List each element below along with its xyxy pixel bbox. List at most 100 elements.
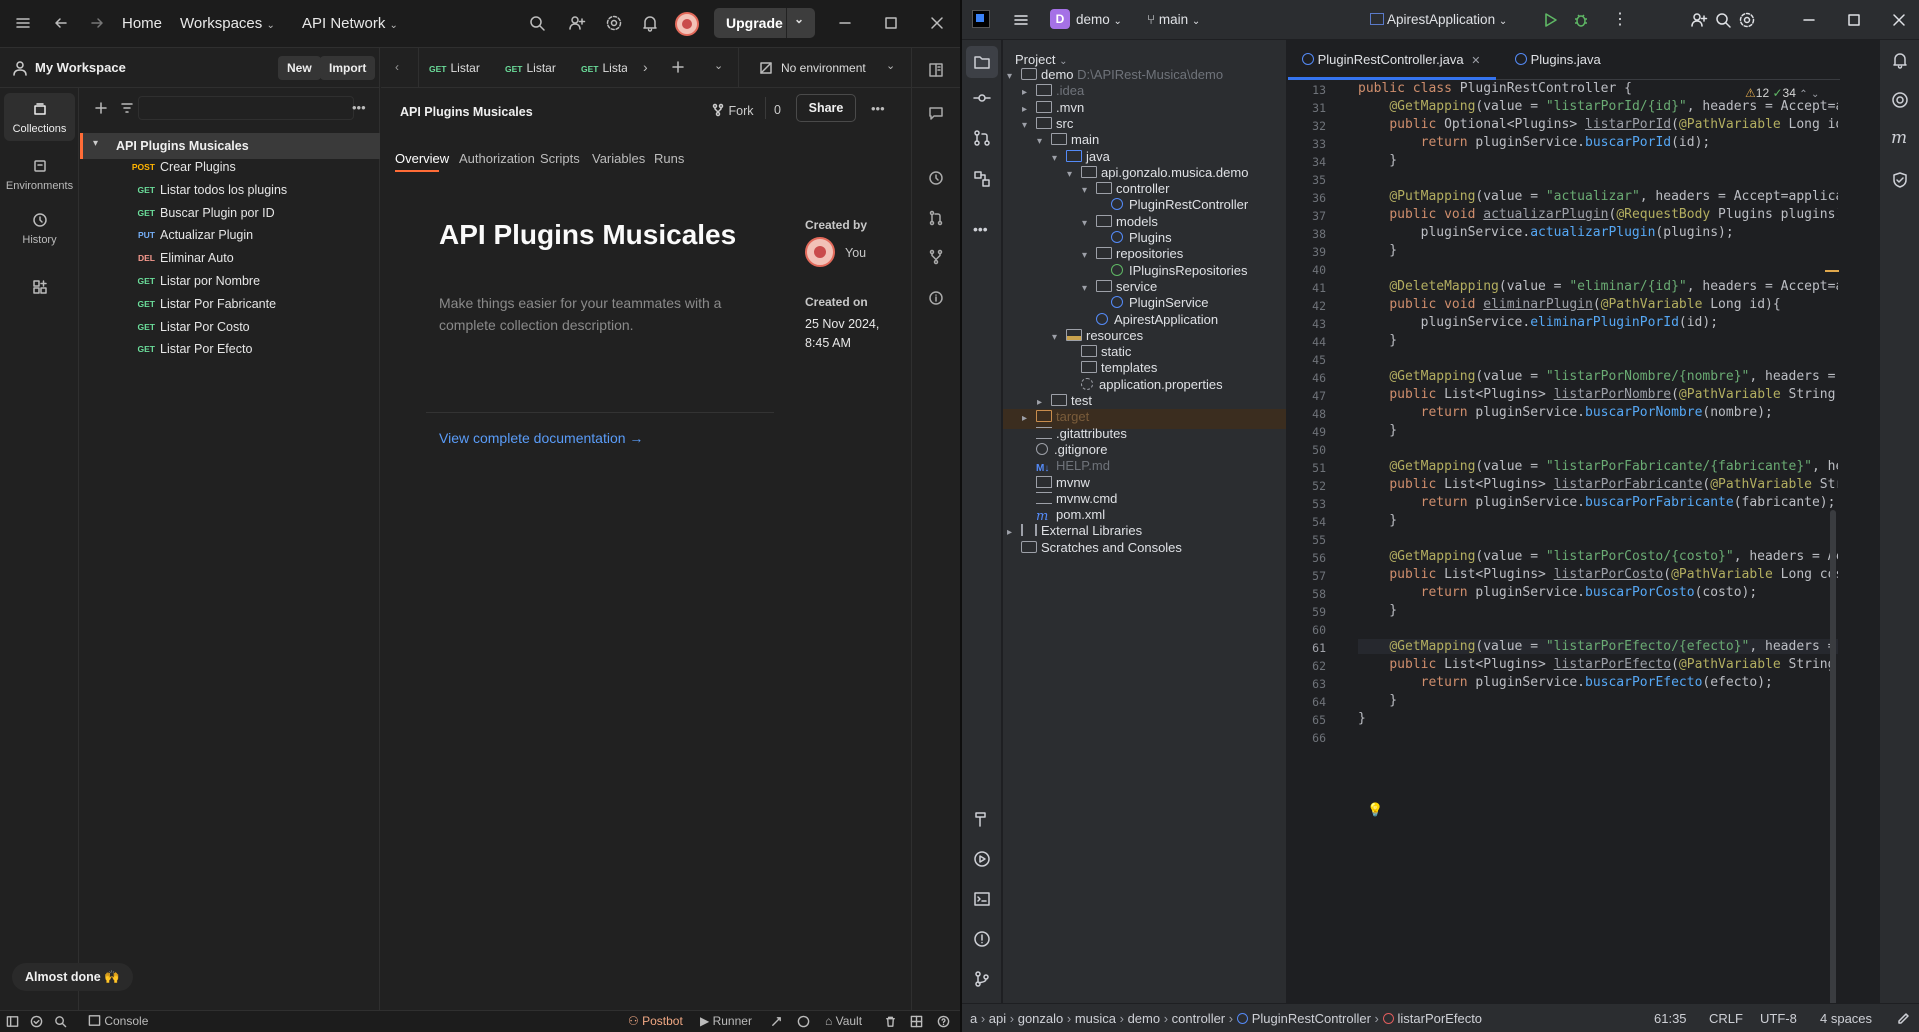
code-line[interactable]: @GetMapping(value = "listarPorEfecto/{ef… (1358, 639, 1838, 654)
file-encoding[interactable]: UTF-8 (1760, 1011, 1797, 1026)
pull-requests-icon[interactable] (973, 129, 991, 147)
console-button[interactable]: Console (88, 1014, 148, 1028)
code-line[interactable]: @GetMapping(value = "listarPorFabricante… (1358, 459, 1838, 474)
request-item[interactable]: POST Crear Plugins (128, 160, 368, 180)
code-line[interactable]: } (1358, 423, 1397, 438)
search-collections-input[interactable] (138, 96, 354, 120)
tab-variables[interactable]: Variables (592, 151, 645, 166)
code-line[interactable]: @GetMapping(value = "listarPorCosto/{cos… (1358, 549, 1838, 564)
chevron-down-icon[interactable]: ⌄ (886, 59, 895, 72)
chevron-left-icon[interactable]: ‹ (395, 60, 399, 74)
import-button[interactable]: Import (320, 56, 376, 80)
code-line[interactable]: public Optional<Plugins> listarPorId(@Pa… (1358, 117, 1838, 132)
avatar[interactable] (675, 12, 699, 36)
project-selector[interactable]: demo ⌄ (1076, 12, 1122, 27)
chevron-down-icon[interactable]: ▾ (1037, 136, 1051, 147)
debug-icon[interactable] (1572, 11, 1590, 29)
maximize-icon[interactable] (1845, 11, 1863, 29)
more-options-icon[interactable]: ••• (352, 100, 366, 115)
tab-scripts[interactable]: Scripts (540, 151, 580, 166)
code-line[interactable]: } (1358, 693, 1397, 708)
request-item[interactable]: GET Buscar Plugin por ID (128, 206, 368, 226)
project-tree-node[interactable]: Scratches and Consoles (1007, 540, 1182, 560)
code-line[interactable]: return pluginService.buscarPorFabricante… (1358, 495, 1836, 510)
chevron-down-icon[interactable]: ⌄ (794, 12, 804, 26)
toggle-sidebar-icon[interactable] (6, 1015, 19, 1028)
tab-request-1[interactable]: GET Listar (429, 61, 480, 75)
code-line[interactable]: public void actualizarPlugin(@RequestBod… (1358, 207, 1838, 222)
chevron-down-icon[interactable]: ⌄ (714, 59, 723, 72)
run-config-selector[interactable]: ApirestApplication ⌄ (1370, 12, 1507, 27)
comments-icon[interactable] (928, 105, 944, 121)
code-line[interactable]: public List<Plugins> listarPorNombre(@Pa… (1358, 387, 1838, 402)
project-panel-title[interactable]: Project ⌄ (1015, 52, 1067, 67)
search-icon[interactable] (528, 14, 546, 32)
code-line[interactable]: } (1358, 243, 1397, 258)
git-icon[interactable] (973, 970, 991, 988)
tab-request-2[interactable]: GET Listar (505, 61, 556, 75)
cookies-icon[interactable] (797, 1015, 810, 1028)
close-icon[interactable] (1890, 11, 1908, 29)
chevron-right-icon[interactable]: ▸ (1022, 413, 1036, 424)
menu-icon[interactable] (14, 14, 32, 32)
breadcrumb-item[interactable]: demo (1128, 1011, 1161, 1026)
code-line[interactable]: } (1358, 513, 1397, 528)
chevron-right-icon[interactable]: ▸ (1022, 104, 1036, 115)
chevron-down-icon[interactable]: ▾ (1007, 71, 1021, 82)
breadcrumb-item[interactable]: gonzalo (1018, 1011, 1064, 1026)
pull-request-icon[interactable] (928, 210, 944, 226)
code-line[interactable]: public List<Plugins> listarPorCosto(@Pat… (1358, 567, 1838, 582)
code-with-me-icon[interactable] (1690, 11, 1708, 29)
vertical-scrollbar[interactable] (1830, 510, 1836, 1030)
branch-selector[interactable]: ⑂ main ⌄ (1147, 12, 1200, 27)
more-actions-icon[interactable]: ⋮ (1612, 9, 1628, 29)
tab-overview[interactable]: Overview (395, 151, 449, 166)
back-arrow-icon[interactable] (52, 14, 70, 32)
request-item[interactable]: PUT Actualizar Plugin (128, 228, 368, 248)
chevron-right-icon[interactable]: › (643, 59, 648, 75)
services-icon[interactable] (973, 850, 991, 868)
tab-authorization[interactable]: Authorization (459, 151, 535, 166)
collection-description[interactable]: Make things easier for your teammates wi… (439, 292, 759, 336)
code-line[interactable]: pluginService.actualizarPlugin(plugins); (1358, 225, 1734, 240)
breadcrumb-item[interactable]: musica (1075, 1011, 1116, 1026)
vault-button[interactable]: ⌂ Vault (825, 1014, 862, 1028)
home-link[interactable]: Home (122, 15, 162, 32)
search-everywhere-icon[interactable] (1714, 11, 1732, 29)
share-button[interactable]: Share (796, 94, 856, 122)
code-line[interactable]: @GetMapping(value = "listarPorNombre/{no… (1358, 369, 1838, 384)
code-line[interactable]: return pluginService.buscarPorNombre(nom… (1358, 405, 1773, 420)
code-line[interactable]: @DeleteMapping(value = "eliminar/{id}", … (1358, 279, 1838, 294)
chevron-down-icon[interactable]: ▾ (1052, 332, 1066, 343)
filter-icon[interactable] (120, 101, 134, 115)
code-line[interactable]: } (1358, 711, 1366, 726)
tab-runs[interactable]: Runs (654, 151, 684, 166)
fork-button[interactable]: Fork (711, 103, 753, 118)
chevron-down-icon[interactable]: ▾ (1082, 250, 1096, 261)
info-icon[interactable] (928, 290, 944, 306)
readonly-toggle-icon[interactable] (1896, 1010, 1910, 1024)
notifications-bell-icon[interactable] (1891, 51, 1909, 69)
fork-branch-icon[interactable] (928, 249, 944, 265)
code-line[interactable]: public List<Plugins> listarPorEfecto(@Pa… (1358, 657, 1838, 672)
nav-environments[interactable]: Environments (4, 150, 75, 198)
code-line[interactable]: return pluginService.buscarPorCosto(cost… (1358, 585, 1758, 600)
chevron-right-icon[interactable]: ▸ (1007, 527, 1021, 538)
maven-icon[interactable]: m (1891, 128, 1907, 148)
code-line[interactable]: } (1358, 603, 1397, 618)
close-tab-icon[interactable]: ✕ (1471, 55, 1480, 67)
forward-arrow-icon[interactable] (88, 14, 106, 32)
settings-gear-icon[interactable] (605, 14, 623, 32)
workspace-name[interactable]: My Workspace (35, 60, 126, 75)
chevron-down-icon[interactable]: ▾ (1067, 169, 1081, 180)
settings-gear-icon[interactable] (1738, 11, 1756, 29)
more-options-icon[interactable]: ••• (871, 101, 885, 116)
code-line[interactable]: } (1358, 333, 1397, 348)
structure-icon[interactable] (973, 170, 991, 188)
chevron-down-icon[interactable]: ▾ (1082, 218, 1096, 229)
api-network-menu[interactable]: API Network ⌄ (302, 15, 398, 32)
breadcrumb-item[interactable]: api (989, 1011, 1006, 1026)
nav-collections[interactable]: Collections (4, 93, 75, 141)
terminal-icon[interactable] (973, 890, 991, 908)
maximize-icon[interactable] (882, 14, 900, 32)
